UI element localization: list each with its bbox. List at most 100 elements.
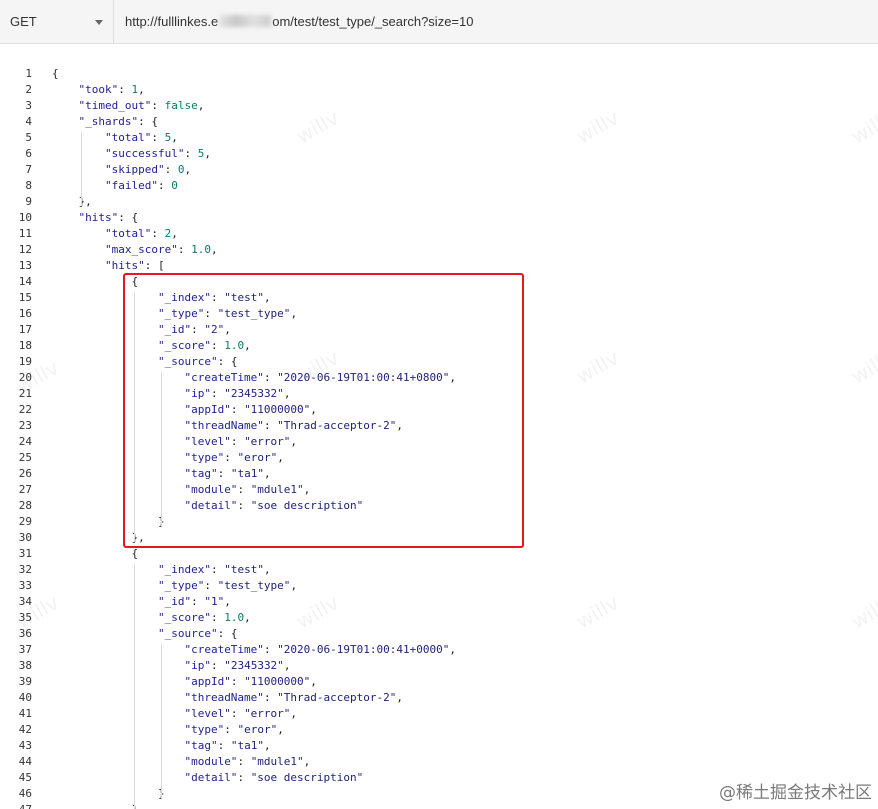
json-key: "took": [78, 83, 119, 96]
json-punctuation: ,: [204, 147, 211, 160]
line-number: 29: [18, 515, 32, 528]
code-line: "type": "eror",: [52, 722, 878, 738]
code-line: "max_score": 1.0,: [52, 242, 878, 258]
line-number: 39: [18, 675, 32, 688]
json-punctuation: ,: [449, 643, 456, 656]
json-punctuation: ,: [244, 611, 251, 624]
line-number: 44: [18, 755, 32, 768]
indent-guide: [160, 644, 162, 798]
line-number-gutter: 1 2 3 4 5 6 7 8 9 10 11 12 13 14 15 16 17 18 19 20 21 22 23 24 2…: [0, 66, 40, 809]
json-punctuation: :: [263, 691, 278, 704]
code-line: {: [52, 66, 878, 82]
line-number: 30: [18, 531, 32, 544]
line-number: 7: [25, 163, 32, 176]
code-line: "hits": [: [52, 258, 878, 274]
json-key: "_shards": [78, 115, 139, 128]
json-value: 1.0: [224, 611, 245, 624]
code-line: "ip": "2345332",: [52, 658, 878, 674]
json-punctuation: :: [164, 163, 178, 176]
json-value: "2345332": [224, 659, 284, 672]
line-number: 46: [18, 787, 32, 800]
json-punctuation: ,: [396, 691, 404, 704]
line-number: 18: [18, 339, 32, 352]
code-line: "timed_out": false,: [52, 98, 878, 114]
line-number: 5: [25, 131, 32, 144]
method-select[interactable]: GET: [0, 0, 114, 44]
url-end: om/test/test_type/_search?size=10: [272, 14, 474, 29]
code-line: "module": "mdule1",: [52, 754, 878, 770]
line-number: 28: [18, 499, 32, 512]
line-number: 8: [25, 179, 32, 192]
json-key: "_index": [157, 563, 211, 576]
json-punctuation: :: [204, 579, 218, 592]
json-punctuation: :: [210, 563, 225, 576]
json-key: "module": [184, 755, 238, 768]
json-punctuation: :: [237, 771, 251, 784]
line-number: 42: [18, 723, 32, 736]
json-punctuation: :: [224, 723, 238, 736]
json-punctuation: : {: [118, 211, 139, 224]
json-key: "hits": [104, 259, 145, 272]
json-punctuation: : [: [144, 259, 165, 272]
json-key: "level": [184, 707, 231, 720]
json-key: "ip": [184, 659, 211, 672]
line-number: 15: [18, 291, 32, 304]
json-value: "soe description": [250, 771, 364, 784]
redacted-text: [219, 15, 272, 27]
line-number: 40: [18, 691, 32, 704]
url-field[interactable]: http://fulllinkes.e om/test/test_type/_se…: [125, 14, 473, 29]
json-punctuation: ,: [283, 659, 291, 672]
line-number: 3: [25, 99, 32, 112]
code-line: "_id": "1",: [52, 594, 878, 610]
json-punctuation: : {: [217, 627, 238, 640]
json-punctuation: ,: [171, 131, 178, 144]
json-value: "ta1": [230, 739, 264, 752]
json-key: "max_score": [104, 243, 178, 256]
json-value: "mdule1": [250, 755, 304, 768]
line-number: 38: [18, 659, 32, 672]
line-number: 11: [18, 227, 32, 240]
line-number: 43: [18, 739, 32, 752]
code-line: "appId": "11000000",: [52, 674, 878, 690]
json-key: "_id": [157, 595, 192, 608]
json-punctuation: :: [237, 755, 251, 768]
line-number: 32: [18, 563, 32, 576]
json-punctuation: ,: [171, 227, 178, 240]
json-punctuation: ,: [290, 579, 298, 592]
json-punctuation: :: [118, 83, 132, 96]
json-value: false: [164, 99, 198, 112]
line-number: 2: [25, 83, 32, 96]
line-number: 16: [18, 307, 32, 320]
json-punctuation: ,: [184, 163, 192, 176]
code-line: "skipped": 0,: [52, 162, 878, 178]
line-number: 26: [18, 467, 32, 480]
json-key: "type": [184, 723, 225, 736]
json-value: 0: [171, 179, 178, 192]
json-key: "hits": [78, 211, 119, 224]
json-value: "2020-06-19T01:00:41+0000": [277, 643, 450, 656]
line-number: 37: [18, 643, 32, 656]
json-punctuation: :: [210, 659, 225, 672]
code-line: "threadName": "Thrad-acceptor-2",: [52, 690, 878, 706]
indent-guide: [81, 132, 83, 206]
json-punctuation: ,: [210, 243, 218, 256]
json-punctuation: :: [230, 675, 245, 688]
line-number: 47: [0, 802, 40, 809]
json-punctuation: :: [177, 243, 192, 256]
json-key: "threadName": [184, 691, 264, 704]
code-line: "_score": 1.0,: [52, 610, 878, 626]
line-number: 9: [25, 195, 32, 208]
line-number: 33: [18, 579, 32, 592]
line-number: 13: [18, 259, 32, 272]
line-number: 6: [25, 147, 32, 160]
json-punctuation: :: [210, 611, 225, 624]
code-line: "_source": {: [52, 626, 878, 642]
json-key: "tag": [184, 739, 218, 752]
json-punctuation: ,: [224, 595, 231, 608]
json-key: "_source": [157, 627, 218, 640]
json-punctuation: ,: [138, 83, 145, 96]
json-punctuation: :: [217, 739, 231, 752]
json-punctuation: :: [191, 595, 205, 608]
json-punctuation: :: [151, 131, 165, 144]
credit-text: @稀土掘金技术社区: [719, 783, 872, 803]
